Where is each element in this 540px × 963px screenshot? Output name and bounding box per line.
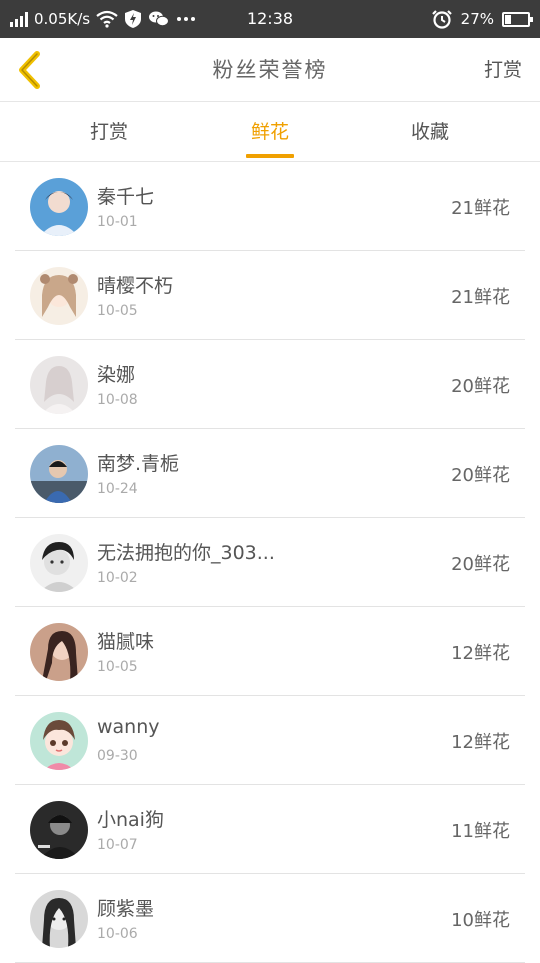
- avatar[interactable]: [30, 356, 88, 414]
- tab-label: 打赏: [89, 121, 128, 143]
- list-item[interactable]: 猫腻味 10-05 12鲜花: [15, 607, 525, 696]
- avatar[interactable]: [30, 712, 88, 770]
- tab-favorites[interactable]: 收藏: [370, 102, 490, 162]
- fan-list: 秦千七 10-01 21鲜花 晴樱不朽 10-05 21鲜花 染娜 10-08 …: [0, 162, 540, 963]
- page-title: 粉丝荣誉榜: [212, 58, 328, 82]
- fan-date: 09-30: [97, 748, 138, 764]
- status-right: 27%: [431, 0, 533, 38]
- fan-date: 10-24: [97, 481, 138, 497]
- tab-label: 收藏: [410, 121, 449, 143]
- reward-button[interactable]: 打赏: [484, 38, 522, 102]
- list-item[interactable]: 南梦.青栀 10-24 20鲜花: [15, 429, 525, 518]
- tab-flowers[interactable]: 鲜花: [210, 102, 330, 162]
- flower-count: 20鲜花: [451, 465, 510, 486]
- flower-count: 11鲜花: [451, 821, 510, 842]
- fan-name: 晴樱不朽: [97, 275, 174, 297]
- flower-count: 12鲜花: [451, 643, 510, 664]
- fan-name: 猫腻味: [97, 631, 155, 653]
- status-bar: 0.05K/s 12:38 27%: [0, 0, 540, 38]
- flower-count: 20鲜花: [451, 554, 510, 575]
- fan-date: 10-07: [97, 837, 138, 853]
- avatar[interactable]: [30, 890, 88, 948]
- fan-name: 染娜: [97, 364, 136, 386]
- fan-name: 顾紫墨: [97, 898, 155, 920]
- list-item[interactable]: wanny 09-30 12鲜花: [15, 696, 525, 785]
- list-item[interactable]: 无法拥抱的你_303... 10-02 20鲜花: [15, 518, 525, 607]
- tab-reward[interactable]: 打赏: [49, 102, 169, 162]
- battery-icon: [502, 11, 533, 27]
- fan-name: 秦千七: [97, 186, 155, 208]
- flower-count: 10鲜花: [451, 910, 510, 931]
- avatar[interactable]: [30, 445, 88, 503]
- fan-date: 10-08: [97, 392, 138, 408]
- fan-name: 无法拥抱的你_303...: [97, 542, 275, 564]
- list-item[interactable]: 秦千七 10-01 21鲜花: [15, 162, 525, 251]
- tab-label: 鲜花: [250, 121, 289, 143]
- battery-percent: 27%: [460, 10, 494, 28]
- list-item[interactable]: 晴樱不朽 10-05 21鲜花: [15, 251, 525, 340]
- fan-date: 10-06: [97, 926, 138, 942]
- fan-name: 南梦.青栀: [97, 453, 180, 475]
- avatar[interactable]: [30, 267, 88, 325]
- flower-count: 21鲜花: [451, 287, 510, 308]
- flower-count: 21鲜花: [451, 198, 510, 219]
- tab-bar: 打赏 鲜花 收藏: [0, 102, 540, 162]
- list-item[interactable]: 顾紫墨 10-06 10鲜花: [15, 874, 525, 963]
- fan-date: 10-05: [97, 303, 138, 319]
- active-tab-indicator: [246, 154, 294, 158]
- alarm-icon: [431, 10, 452, 29]
- fan-name: 小nai狗: [97, 809, 164, 831]
- fan-name: wanny: [97, 716, 160, 738]
- app-header: 粉丝荣誉榜 打赏: [0, 38, 540, 102]
- fan-date: 10-01: [97, 214, 138, 230]
- fan-date: 10-02: [97, 570, 138, 586]
- flower-count: 20鲜花: [451, 376, 510, 397]
- fan-date: 10-05: [97, 659, 138, 675]
- avatar[interactable]: [30, 178, 88, 236]
- list-item[interactable]: 染娜 10-08 20鲜花: [15, 340, 525, 429]
- avatar[interactable]: [30, 623, 88, 681]
- flower-count: 12鲜花: [451, 732, 510, 753]
- avatar[interactable]: [30, 801, 88, 859]
- list-item[interactable]: 小nai狗 10-07 11鲜花: [15, 785, 525, 874]
- avatar[interactable]: [30, 534, 88, 592]
